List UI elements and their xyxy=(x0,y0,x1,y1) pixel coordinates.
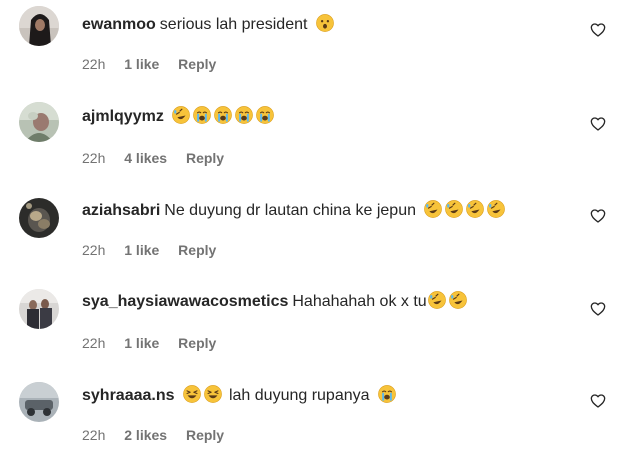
comment-likes[interactable]: 4 likes xyxy=(124,150,167,166)
heart-outline-icon[interactable] xyxy=(590,208,606,224)
comment-item: syhraaaa.ns lah duyung rupanya 22h 2 lik… xyxy=(0,370,623,460)
comment-meta: 22h 4 likes Reply xyxy=(82,149,239,167)
comment-username[interactable]: sya_haysiawawacosmetics xyxy=(82,293,288,310)
comment-meta: 22h 1 like Reply xyxy=(82,55,231,73)
rolling-on-floor-laughing-emoji xyxy=(172,106,191,124)
comment-username[interactable]: ajmlqyymz xyxy=(82,108,164,125)
comment-line: syhraaaa.ns lah duyung rupanya xyxy=(82,385,399,406)
comment-likes[interactable]: 1 like xyxy=(124,335,159,351)
heart-outline-icon[interactable] xyxy=(590,116,606,132)
comment-time: 22h xyxy=(82,335,106,351)
loudly-crying-emoji xyxy=(214,106,233,124)
loudly-crying-emoji xyxy=(193,106,212,124)
rolling-on-floor-laughing-emoji xyxy=(487,200,506,218)
comments-list: ewanmoo serious lah president 22h 1 like … xyxy=(0,0,623,467)
avatar[interactable] xyxy=(19,6,59,46)
reply-button[interactable]: Reply xyxy=(178,242,216,258)
comment-meta: 22h 2 likes Reply xyxy=(82,426,239,444)
heart-outline-icon[interactable] xyxy=(590,22,606,38)
reply-button[interactable]: Reply xyxy=(186,150,224,166)
rolling-on-floor-laughing-emoji xyxy=(466,200,485,218)
loudly-crying-emoji xyxy=(235,106,254,124)
comment-text: serious lah president xyxy=(159,16,308,33)
comment-username[interactable]: syhraaaa.ns xyxy=(82,387,175,404)
grinning-squinting-emoji xyxy=(204,385,222,403)
hushed-face-emoji xyxy=(316,14,334,32)
comment-username[interactable]: ewanmoo xyxy=(82,16,156,33)
comment-meta: 22h 1 like Reply xyxy=(82,241,231,259)
comment-text: Ne duyung dr lautan china ke jepun xyxy=(164,202,416,219)
rolling-on-floor-laughing-emoji xyxy=(445,200,464,218)
avatar[interactable] xyxy=(19,382,59,422)
comment-username[interactable]: aziahsabri xyxy=(82,202,160,219)
heart-outline-icon[interactable] xyxy=(590,301,606,317)
comment-likes[interactable]: 1 like xyxy=(124,56,159,72)
comment-time: 22h xyxy=(82,150,106,166)
comment-time: 22h xyxy=(82,56,106,72)
comment-line: ewanmoo serious lah president xyxy=(82,14,337,35)
comment-likes[interactable]: 1 like xyxy=(124,242,159,258)
avatar[interactable] xyxy=(19,102,59,142)
comment-line: sya_haysiawawacosmetics Hahahahah ok x tu xyxy=(82,291,470,312)
comment-meta: 22h 1 like Reply xyxy=(82,334,231,352)
reply-button[interactable]: Reply xyxy=(178,335,216,351)
comment-item: aziahsabri Ne duyung dr lautan china ke j… xyxy=(0,184,623,274)
grinning-squinting-emoji xyxy=(183,385,201,403)
comment-likes[interactable]: 2 likes xyxy=(124,427,167,443)
comment-item: ewanmoo serious lah president 22h 1 like … xyxy=(0,0,623,90)
loudly-crying-emoji xyxy=(378,385,396,403)
rolling-on-floor-laughing-emoji xyxy=(427,291,446,309)
comment-text: lah duyung rupanya xyxy=(228,387,370,404)
reply-button[interactable]: Reply xyxy=(186,427,224,443)
comment-time: 22h xyxy=(82,427,106,443)
avatar[interactable] xyxy=(19,198,59,238)
comment-item: ajmlqyymz 22h 4 likes Reply xyxy=(0,92,623,182)
comment-line: ajmlqyymz xyxy=(82,106,277,127)
comment-text: Hahahahah ok x tu xyxy=(292,293,427,310)
loudly-crying-emoji xyxy=(256,106,275,124)
comment-time: 22h xyxy=(82,242,106,258)
comment-item: sya_haysiawawacosmetics Hahahahah ok x tu… xyxy=(0,277,623,367)
rolling-on-floor-laughing-emoji xyxy=(424,200,443,218)
avatar[interactable] xyxy=(19,289,59,329)
comment-line: aziahsabri Ne duyung dr lautan china ke j… xyxy=(82,200,508,221)
reply-button[interactable]: Reply xyxy=(178,56,216,72)
heart-outline-icon[interactable] xyxy=(590,393,606,409)
rolling-on-floor-laughing-emoji xyxy=(448,291,467,309)
